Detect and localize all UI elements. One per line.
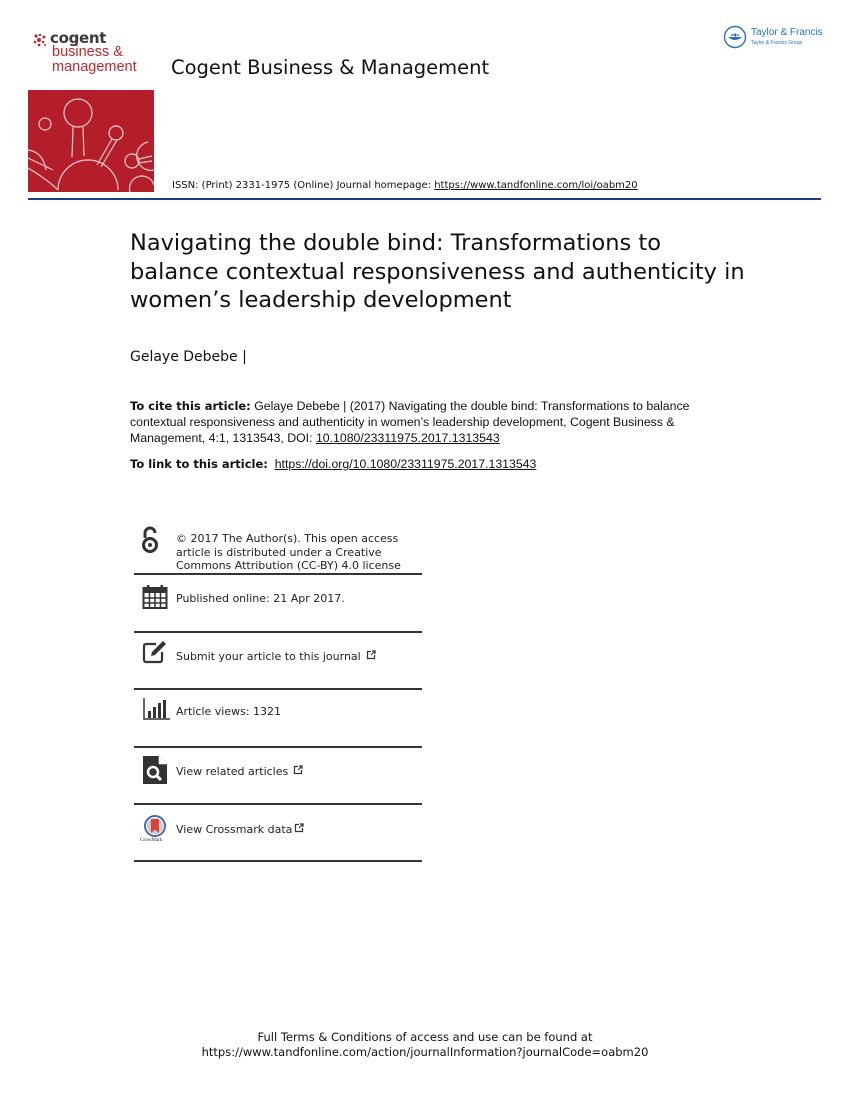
footer-url[interactable]: https://www.tandfonline.com/action/journ…	[0, 1045, 850, 1060]
article-link: To link to this article: https://doi.org…	[130, 457, 536, 471]
footer-terms: Full Terms & Conditions of access and us…	[257, 1030, 593, 1044]
search-document-icon	[143, 756, 167, 784]
divider	[134, 803, 422, 805]
submit-article-link[interactable]: Submit your article to this journal	[134, 640, 422, 680]
crossmark-text: View Crossmark data	[176, 823, 293, 836]
external-link-icon	[295, 823, 304, 833]
journal-cover-art	[28, 90, 154, 192]
issn-text: ISSN: (Print) 2331-1975 (Online) Journal…	[172, 180, 435, 191]
citation: To cite this article: Gelaye Debebe | (2…	[130, 398, 720, 446]
related-articles-text: View related articles	[176, 765, 289, 778]
header-divider	[28, 198, 821, 200]
divider	[134, 688, 422, 690]
logo-subtitle: business & management	[52, 45, 137, 75]
article-author: Gelaye Debebe |	[130, 349, 247, 365]
edit-icon	[142, 641, 166, 664]
external-link-icon	[366, 650, 376, 660]
crossmark-link[interactable]: CrossMark View Crossmark data	[134, 815, 422, 855]
divider	[134, 860, 422, 862]
publisher-name: Taylor & Francis	[751, 27, 823, 38]
taylor-francis-logo-icon	[723, 25, 747, 49]
cogent-dots-icon	[33, 33, 46, 47]
divider	[134, 746, 422, 748]
calendar-icon	[142, 585, 168, 609]
article-title: Navigating the double bind: Transformati…	[130, 230, 745, 313]
submit-article-text: Submit your article to this journal	[176, 650, 361, 663]
open-access-icon	[142, 526, 158, 553]
journal-homepage-link[interactable]: https://www.tandfonline.com/loi/oabm20	[434, 180, 637, 191]
published-date: Published online: 21 Apr 2017.	[176, 592, 345, 605]
divider	[134, 573, 422, 575]
license-text: © 2017 The Author(s). This open access a…	[176, 532, 401, 572]
publisher-group: Taylor & Francis Group	[751, 40, 803, 46]
related-articles-link[interactable]: View related articles	[134, 756, 422, 796]
info-published: Published online: 21 Apr 2017.	[134, 584, 422, 624]
info-article-views: Article views: 1321	[134, 697, 422, 737]
logo-subtitle-line2: management	[52, 59, 137, 75]
footer: Full Terms & Conditions of access and us…	[0, 1030, 850, 1060]
logo-subtitle-line1: business &	[52, 44, 123, 60]
bar-chart-icon	[143, 698, 170, 720]
link-label: To link to this article:	[130, 457, 268, 471]
cite-doi-link[interactable]: 10.1080/23311975.2017.1313543	[316, 431, 500, 445]
crossmark-icon	[144, 815, 166, 837]
journal-title: Cogent Business & Management	[171, 56, 490, 79]
article-doi-link[interactable]: https://doi.org/10.1080/23311975.2017.13…	[275, 457, 537, 471]
cite-label: To cite this article:	[130, 399, 251, 413]
molecule-illustration	[28, 98, 154, 192]
crossmark-caption: CrossMark	[140, 838, 163, 843]
info-open-access: © 2017 The Author(s). This open access a…	[134, 526, 422, 574]
article-views: Article views: 1321	[176, 705, 282, 718]
divider	[134, 631, 422, 633]
external-link-icon	[294, 765, 303, 775]
issn-line: ISSN: (Print) 2331-1975 (Online) Journal…	[172, 180, 638, 191]
